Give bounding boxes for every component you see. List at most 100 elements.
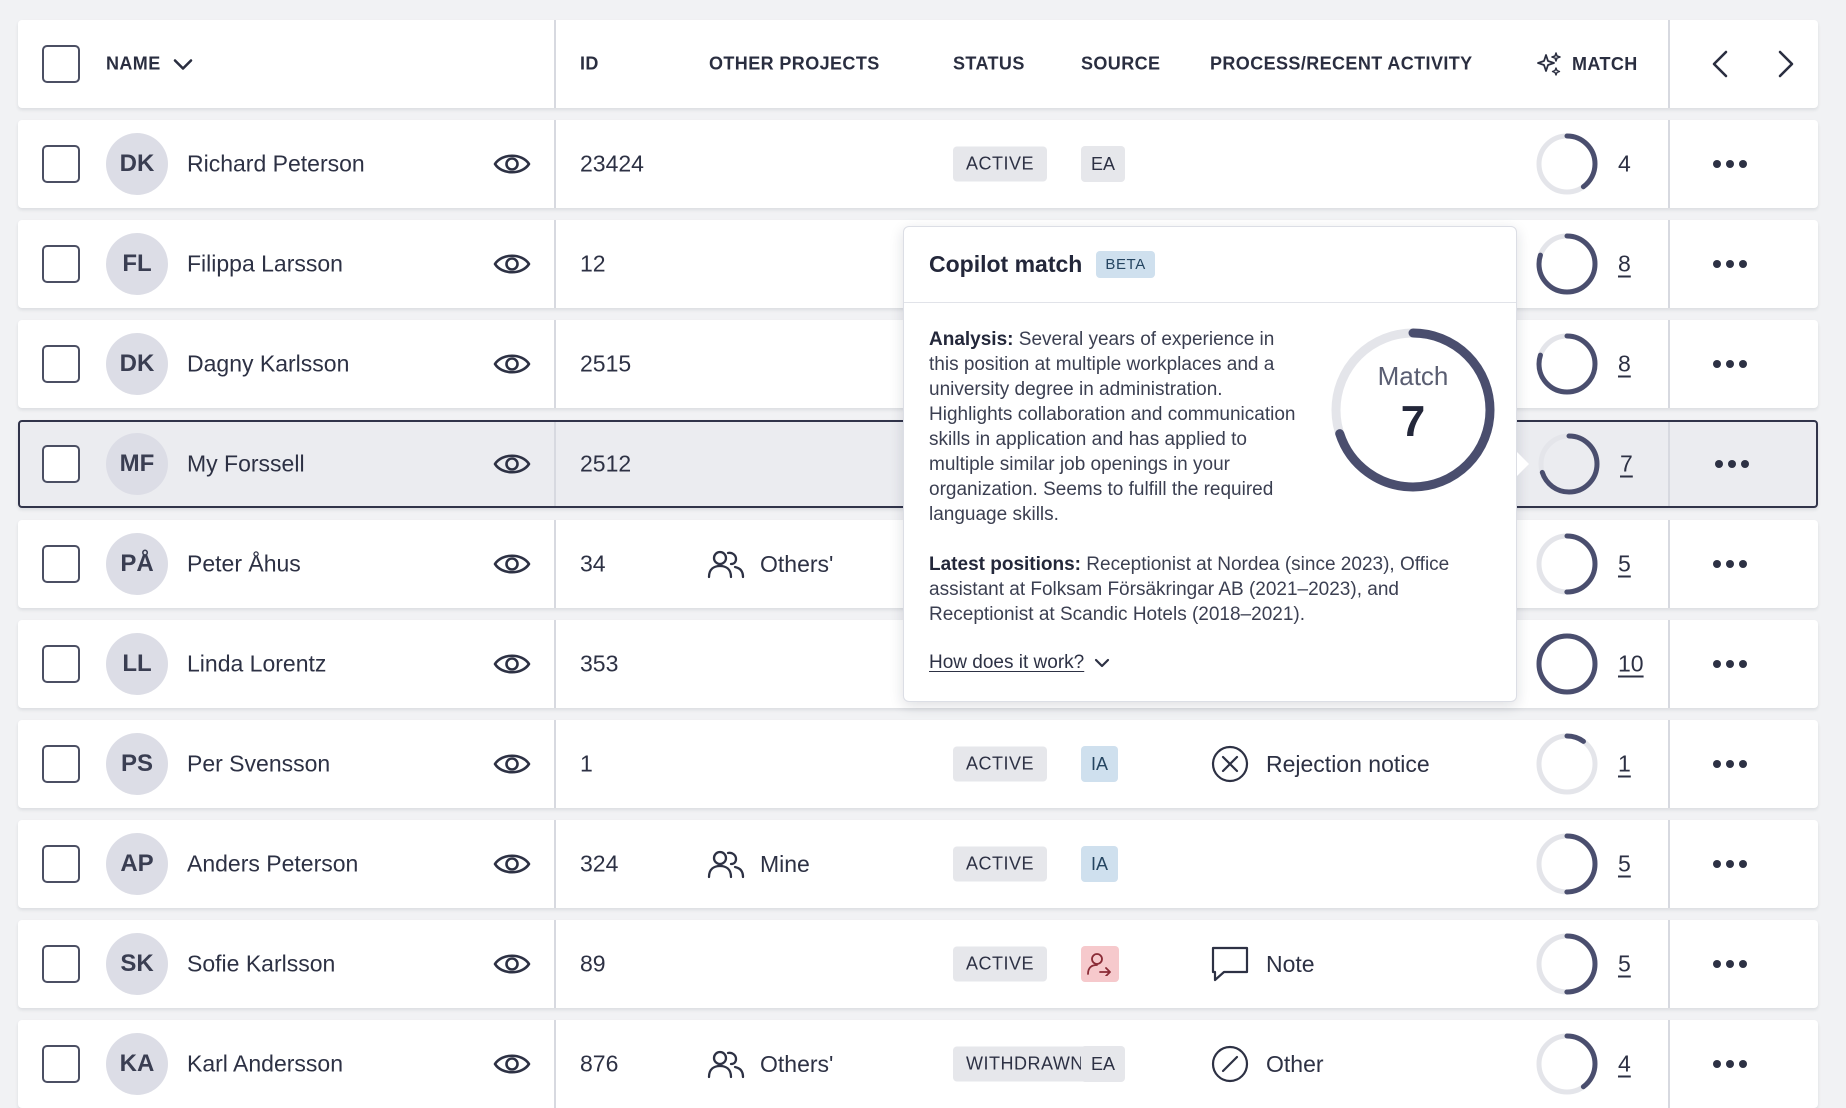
status-badge: ACTIVE [953, 846, 1048, 882]
more-options-icon[interactable] [1712, 159, 1748, 169]
match-score[interactable]: 10 [1618, 651, 1644, 678]
candidate-id: 876 [580, 1050, 619, 1077]
eye-icon[interactable] [492, 250, 532, 278]
candidate-name[interactable]: My Forssell [187, 451, 305, 478]
source-badge: EA [1081, 146, 1126, 182]
table-row[interactable]: DK Richard Peterson 23424 ACTIVE EA 4 [18, 120, 1818, 208]
candidate-id: 34 [580, 550, 606, 577]
avatar: SK [106, 933, 168, 995]
table-row[interactable]: SK Sofie Karlsson 89 ACTIVE Note 5 [18, 920, 1818, 1008]
match-score[interactable]: 1 [1618, 751, 1631, 778]
eye-icon[interactable] [492, 850, 532, 878]
row-checkbox[interactable] [42, 845, 80, 883]
id-column-header[interactable]: ID [580, 54, 599, 75]
source-badge [1081, 946, 1119, 982]
match-score[interactable]: 5 [1618, 551, 1631, 578]
name-column-header[interactable]: NAME [106, 54, 193, 75]
candidate-name[interactable]: Peter Åhus [187, 551, 301, 578]
column-divider [1668, 320, 1670, 408]
activity-column-header[interactable]: PROCESS/RECENT ACTIVITY [1210, 54, 1473, 75]
eye-icon[interactable] [492, 350, 532, 378]
avatar: DK [106, 133, 168, 195]
row-checkbox[interactable] [42, 645, 80, 683]
row-checkbox[interactable] [42, 345, 80, 383]
more-options-icon[interactable] [1712, 959, 1748, 969]
column-divider [554, 120, 556, 208]
candidate-name[interactable]: Anders Peterson [187, 851, 358, 878]
candidate-name[interactable]: Karl Andersson [187, 1051, 343, 1078]
source-column-header[interactable]: SOURCE [1081, 54, 1160, 75]
select-all-checkbox[interactable] [42, 45, 80, 83]
candidate-name[interactable]: Filippa Larsson [187, 251, 343, 278]
more-options-icon[interactable] [1714, 459, 1750, 469]
scroll-right-arrow-icon[interactable] [1774, 48, 1798, 80]
other-projects[interactable]: Others' [706, 1049, 833, 1079]
match-ring [1536, 133, 1598, 195]
other-projects-column-header[interactable]: OTHER PROJECTS [709, 54, 880, 75]
candidate-name[interactable]: Richard Peterson [187, 151, 365, 178]
match-ring [1536, 1033, 1598, 1095]
analysis-label: Analysis: [929, 329, 1014, 350]
more-options-icon[interactable] [1712, 359, 1748, 369]
row-checkbox[interactable] [42, 145, 80, 183]
eye-icon[interactable] [492, 750, 532, 778]
status-badge: ACTIVE [953, 946, 1048, 982]
match-score[interactable]: 5 [1618, 951, 1631, 978]
how-does-it-work-toggle[interactable]: How does it work? [929, 652, 1110, 674]
eye-icon[interactable] [492, 1050, 532, 1078]
column-divider [554, 20, 556, 108]
eye-icon[interactable] [492, 650, 532, 678]
match-column-header[interactable]: MATCH [1536, 51, 1638, 77]
more-options-icon[interactable] [1712, 559, 1748, 569]
copilot-match-popover: Copilot match BETA Analysis: Several yea… [903, 226, 1517, 702]
row-checkbox[interactable] [42, 245, 80, 283]
status-badge: ACTIVE [953, 146, 1048, 182]
match-score[interactable]: 8 [1618, 251, 1631, 278]
match-score[interactable]: 8 [1618, 351, 1631, 378]
match-score[interactable]: 4 [1618, 1051, 1631, 1078]
other-projects[interactable]: Others' [706, 549, 833, 579]
table-row[interactable]: KA Karl Andersson 876 Others' WITHDRAWN EA Oth… [18, 1020, 1818, 1108]
eye-icon[interactable] [492, 550, 532, 578]
column-divider [1668, 720, 1670, 808]
more-options-icon[interactable] [1712, 759, 1748, 769]
more-options-icon[interactable] [1712, 259, 1748, 269]
row-checkbox[interactable] [42, 545, 80, 583]
match-score[interactable]: 5 [1618, 851, 1631, 878]
recent-activity[interactable]: Note [1210, 944, 1315, 984]
scroll-left-arrow-icon[interactable] [1708, 48, 1732, 80]
beta-badge: BETA [1096, 251, 1155, 278]
other-projects-label: Mine [760, 850, 810, 877]
more-options-icon[interactable] [1712, 859, 1748, 869]
candidate-name[interactable]: Per Svensson [187, 751, 330, 778]
row-checkbox[interactable] [42, 945, 80, 983]
candidate-name[interactable]: Sofie Karlsson [187, 951, 335, 978]
status-badge: ACTIVE [953, 746, 1048, 782]
column-divider [554, 422, 556, 506]
row-checkbox[interactable] [42, 1045, 80, 1083]
eye-icon[interactable] [492, 150, 532, 178]
other-projects[interactable]: Mine [706, 849, 810, 879]
more-options-icon[interactable] [1712, 1059, 1748, 1069]
column-divider [1668, 20, 1670, 108]
source-badge: IA [1081, 846, 1119, 882]
candidate-name[interactable]: Dagny Karlsson [187, 351, 349, 378]
avatar: PS [106, 733, 168, 795]
recent-activity[interactable]: Other [1210, 1044, 1324, 1084]
sparkle-icon [1537, 52, 1561, 76]
status-column-header[interactable]: STATUS [953, 54, 1025, 75]
avatar: FL [106, 233, 168, 295]
recent-activity[interactable]: Rejection notice [1210, 744, 1430, 784]
table-row[interactable]: PS Per Svensson 1 ACTIVE IA Rejection notice 1 [18, 720, 1818, 808]
match-score[interactable]: 7 [1620, 451, 1633, 478]
more-options-icon[interactable] [1712, 659, 1748, 669]
table-row[interactable]: AP Anders Peterson 324 Mine ACTIVE IA 5 [18, 820, 1818, 908]
column-divider [554, 1020, 556, 1108]
row-checkbox[interactable] [42, 445, 80, 483]
row-checkbox[interactable] [42, 745, 80, 783]
candidate-name[interactable]: Linda Lorentz [187, 651, 326, 678]
eye-icon[interactable] [492, 450, 532, 478]
rejection-icon [1211, 745, 1249, 783]
eye-icon[interactable] [492, 950, 532, 978]
match-ring [1538, 433, 1600, 495]
